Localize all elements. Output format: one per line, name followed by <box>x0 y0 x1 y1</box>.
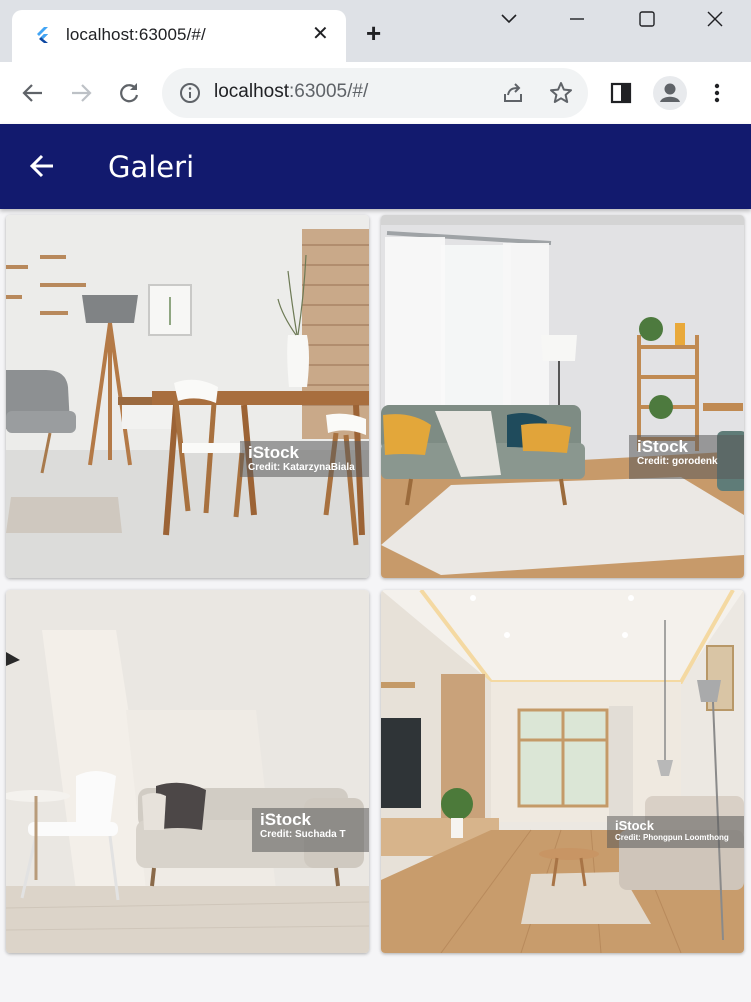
flutter-icon <box>34 26 52 44</box>
url-path: :63005/#/ <box>289 81 369 102</box>
plus-icon[interactable]: + <box>366 20 381 46</box>
minimize-icon[interactable] <box>566 8 588 30</box>
watermark-credit: Credit: Phongpun Loomthong <box>615 833 729 842</box>
watermark: iStock Credit: KatarzynaBiala <box>240 441 369 477</box>
address-bar[interactable]: localhost:63005/#/ <box>162 68 588 118</box>
reload-icon[interactable] <box>116 80 142 106</box>
app-bar: Galeri <box>0 124 751 209</box>
gallery-image <box>381 215 744 578</box>
watermark-brand: iStock <box>260 810 312 829</box>
gallery-item-4[interactable]: iStock Credit: Phongpun Loomthong <box>381 590 744 953</box>
maximize-icon[interactable] <box>636 8 658 30</box>
tab-title: localhost:63005/#/ <box>66 25 206 44</box>
gallery-item-3[interactable]: iStock Credit: Suchada T <box>6 590 369 953</box>
gallery-item-2[interactable]: iStock Credit: gorodenk <box>381 215 744 578</box>
watermark-brand: iStock <box>248 443 300 462</box>
watermark-credit: Credit: Suchada T <box>260 829 346 840</box>
watermark: iStock Credit: Suchada T <box>252 808 369 852</box>
watermark-brand: iStock <box>637 437 689 456</box>
share-icon[interactable] <box>500 80 526 106</box>
browser-tab[interactable]: localhost:63005/#/ ✕ <box>12 10 346 62</box>
back-icon[interactable] <box>20 80 46 106</box>
watermark-brand: iStock <box>615 818 655 833</box>
watermark: iStock Credit: Phongpun Loomthong <box>607 816 744 848</box>
arrow-back-icon[interactable] <box>28 152 56 180</box>
gallery-item-1[interactable]: iStock Credit: KatarzynaBiala <box>6 215 369 578</box>
browser-toolbar: localhost:63005/#/ <box>0 62 751 124</box>
watermark: iStock Credit: gorodenk <box>629 435 744 479</box>
forward-icon[interactable] <box>68 80 94 106</box>
gallery-image <box>381 590 744 953</box>
watermark-credit: Credit: gorodenk <box>637 456 718 467</box>
star-icon[interactable] <box>548 80 574 106</box>
watermark-credit: Credit: KatarzynaBiala <box>248 462 355 473</box>
close-icon[interactable]: ✕ <box>312 24 329 44</box>
url-host: localhost <box>214 81 289 102</box>
chevron-down-icon[interactable] <box>498 8 520 30</box>
url-text: localhost:63005/#/ <box>214 81 368 103</box>
profile-icon[interactable] <box>653 76 687 110</box>
page-title: Galeri <box>108 150 195 184</box>
gallery-image <box>6 215 369 578</box>
browser-tab-strip: localhost:63005/#/ ✕ + <box>0 0 751 62</box>
window-close-icon[interactable] <box>704 8 726 30</box>
more-icon[interactable] <box>704 80 730 106</box>
gallery-image <box>6 590 369 953</box>
info-icon[interactable] <box>178 81 202 105</box>
side-panel-icon[interactable] <box>608 80 634 106</box>
